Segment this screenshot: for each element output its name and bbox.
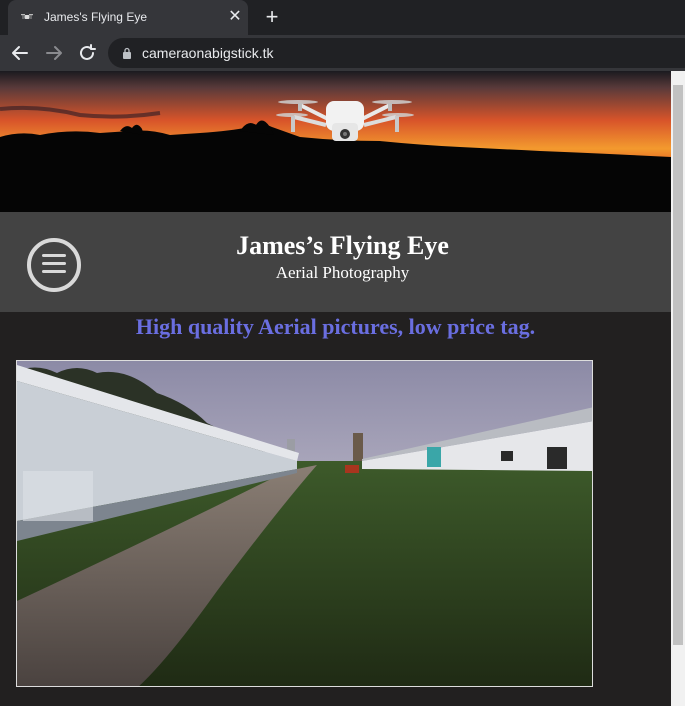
drone-favicon-icon [21, 14, 33, 19]
url-text: cameraonabigstick.tk [142, 45, 274, 61]
page-viewport: James’s Flying Eye Aerial Photography Hi… [0, 71, 671, 706]
hero-banner [0, 71, 671, 212]
browser-tab[interactable]: James's Flying Eye ✕ [8, 0, 248, 35]
reload-icon[interactable] [76, 42, 98, 64]
vertical-scrollbar[interactable] [671, 71, 685, 706]
site-subtitle: Aerial Photography [275, 263, 410, 282]
forward-arrow-icon[interactable] [43, 42, 65, 64]
address-bar[interactable]: cameraonabigstick.tk [108, 38, 685, 68]
tagline: High quality Aerial pictures, low price … [135, 314, 536, 339]
aerial-photo-image [17, 361, 592, 686]
site-title: James’s Flying Eye [236, 231, 449, 260]
drone-image [276, 100, 414, 141]
lock-icon [123, 47, 131, 59]
aerial-photo [16, 360, 593, 687]
site-header: James’s Flying Eye Aerial Photography [0, 212, 671, 312]
back-arrow-icon[interactable] [9, 42, 31, 64]
scrollbar-thumb[interactable] [673, 85, 683, 645]
tab-strip: James's Flying Eye ✕ + [0, 0, 685, 35]
browser-toolbar: cameraonabigstick.tk [0, 35, 685, 71]
tab-close-icon[interactable]: ✕ [227, 8, 243, 26]
new-tab-icon[interactable]: + [262, 6, 282, 28]
tab-title: James's Flying Eye [44, 10, 147, 24]
